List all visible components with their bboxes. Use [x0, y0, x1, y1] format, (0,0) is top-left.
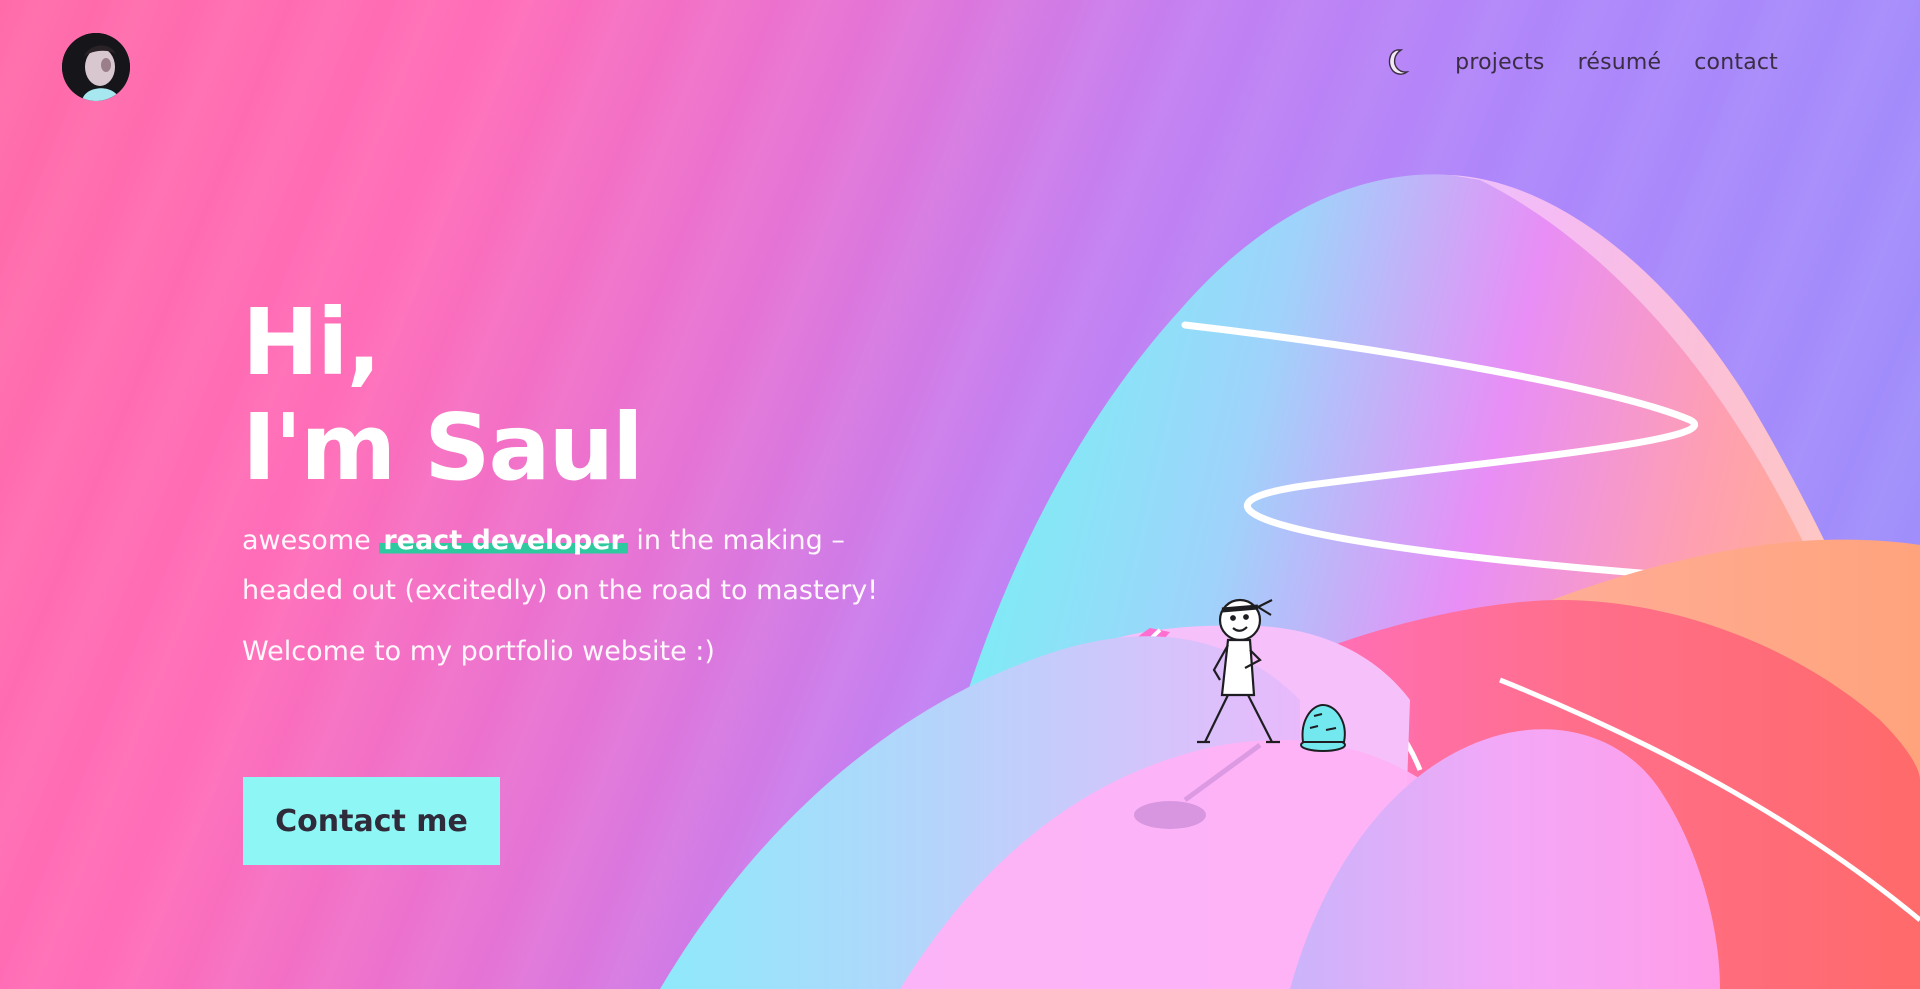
nav-link-contact[interactable]: contact — [1694, 50, 1778, 75]
nav-link-projects[interactable]: projects — [1455, 50, 1544, 75]
main-nav: projects résumé contact — [1379, 46, 1778, 78]
tagline-suffix: in the making – — [636, 525, 845, 556]
tagline-line-2: headed out (excitedly) on the road to ma… — [242, 575, 879, 606]
hero-heading: Hi, I'm Saul — [242, 290, 1002, 500]
nav-link-resume[interactable]: résumé — [1578, 50, 1662, 75]
tagline-prefix: awesome — [242, 525, 371, 556]
tagline: awesome react developer in the making – … — [242, 516, 1002, 616]
contact-me-button[interactable]: Contact me — [243, 777, 500, 865]
profile-photo — [62, 33, 130, 101]
greeting-line-2: I'm Saul — [242, 394, 644, 501]
greeting-line-1: Hi, — [242, 289, 381, 396]
welcome-text: Welcome to my portfolio website :) — [242, 636, 715, 667]
moon-icon[interactable] — [1379, 46, 1411, 78]
tagline-highlight: react developer — [379, 525, 628, 556]
avatar[interactable] — [62, 33, 130, 101]
hero-section: Hi, I'm Saul awesome react developer in … — [242, 290, 1002, 667]
